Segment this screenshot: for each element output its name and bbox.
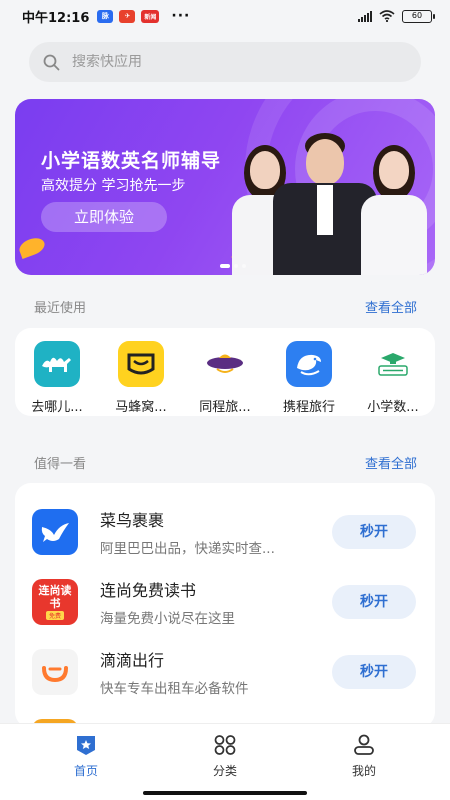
featured-section-header: 值得一看 查看全部: [34, 453, 417, 472]
banner-subtitle: 高效提分 学习抢先一步: [41, 178, 186, 194]
instant-open-button[interactable]: 秒开: [332, 655, 416, 689]
featured-app-name: 菜鸟裹裹: [100, 511, 165, 530]
status-bar: 中午12:16 脉 ✈ 新闻 ··· 60: [0, 0, 450, 32]
instant-open-button[interactable]: 秒开: [332, 515, 416, 549]
tab-label: 分类: [212, 764, 237, 778]
tongbufu-icon: [370, 341, 416, 387]
home-icon: [77, 736, 95, 755]
featured-app-name: 连尚免费读书: [100, 581, 197, 600]
featured-apps-card: 菜鸟裹裹 阿里巴巴出品，快递实时查... 秒开 连尚读书 免费 连尚免费读书 海…: [15, 483, 435, 728]
featured-app-didi[interactable]: 滴滴出行 快车专车出租车必备软件 秒开: [15, 637, 435, 707]
recent-app-label: 携程旅行: [282, 400, 335, 415]
recent-app-ctrip[interactable]: 携程旅行: [267, 341, 351, 416]
news-notif-icon: 新闻: [141, 9, 160, 23]
try-now-button[interactable]: 立即体验: [41, 202, 167, 232]
search-input[interactable]: [72, 54, 372, 70]
instant-open-button[interactable]: 秒开: [332, 585, 416, 619]
wifi-icon: [379, 10, 395, 22]
recent-section-title: 最近使用: [34, 301, 87, 316]
status-time: 中午12:16: [22, 10, 90, 26]
featured-section-title: 值得一看: [34, 457, 87, 472]
recent-apps-card: 去哪儿... 马蜂窝... 同程旅... 携程旅行 小学数...: [15, 328, 435, 416]
tab-home[interactable]: 首页: [51, 734, 121, 779]
camel-icon: [34, 341, 80, 387]
promo-banner[interactable]: 小学语数英名师辅导 高效提分 学习抢先一步 立即体验: [15, 99, 435, 275]
tab-label: 首页: [73, 764, 98, 778]
tongcheng-icon: [202, 341, 248, 387]
search-bar[interactable]: [29, 42, 421, 82]
recent-app-tongbufu[interactable]: 小学数...: [351, 341, 435, 416]
recent-section-header: 最近使用 查看全部: [34, 297, 417, 316]
maimai-icon: 脉: [97, 9, 114, 23]
cainiao-icon: [32, 509, 78, 555]
battery-icon: 60: [402, 9, 435, 23]
featured-app-lianshang[interactable]: 连尚读书 免费 连尚免费读书 海量免费小说尽在这里 秒开: [15, 567, 435, 637]
recent-app-label: 同程旅...: [199, 400, 251, 415]
featured-app-desc: 快车专车出租车必备软件: [100, 681, 249, 697]
featured-app-desc: 阿里巴巴出品，快递实时查...: [100, 541, 275, 557]
more-notifications-icon: ···: [171, 8, 191, 24]
teacher-photo: [359, 145, 429, 275]
banner-title: 小学语数英名师辅导: [41, 150, 222, 172]
carousel-indicator: [220, 264, 246, 268]
recent-app-label: 小学数...: [367, 400, 419, 415]
app-notif-icon: ✈: [119, 9, 136, 23]
featured-app-name: 滴滴出行: [100, 651, 165, 670]
featured-app-desc: 海量免费小说尽在这里: [100, 611, 235, 627]
featured-view-all-link[interactable]: 查看全部: [365, 453, 417, 472]
search-icon: [43, 54, 60, 70]
bottom-navigation: 首页 分类 我的: [0, 723, 450, 800]
tab-category[interactable]: 分类: [190, 734, 260, 779]
lianshang-icon: 连尚读书 免费: [32, 579, 78, 625]
profile-icon: [354, 734, 374, 755]
tab-profile[interactable]: 我的: [329, 734, 399, 779]
didi-icon: [32, 649, 78, 695]
recent-app-label: 去哪儿...: [31, 400, 83, 415]
recent-app-tongcheng[interactable]: 同程旅...: [183, 341, 267, 416]
tab-label: 我的: [351, 764, 376, 778]
featured-app-cainiao[interactable]: 菜鸟裹裹 阿里巴巴出品，快递实时查... 秒开: [15, 497, 435, 567]
category-icon: [214, 735, 236, 755]
signal-icon: [358, 10, 372, 22]
recent-app-qunar[interactable]: 去哪儿...: [15, 341, 99, 416]
dolphin-icon: [286, 341, 332, 387]
recent-app-label: 马蜂窝...: [115, 400, 167, 415]
mafengwo-icon: [118, 341, 164, 387]
home-indicator[interactable]: [143, 791, 307, 795]
leaf-decoration: [17, 235, 47, 259]
recent-app-mafengwo[interactable]: 马蜂窝...: [99, 341, 183, 416]
recent-view-all-link[interactable]: 查看全部: [365, 297, 417, 316]
